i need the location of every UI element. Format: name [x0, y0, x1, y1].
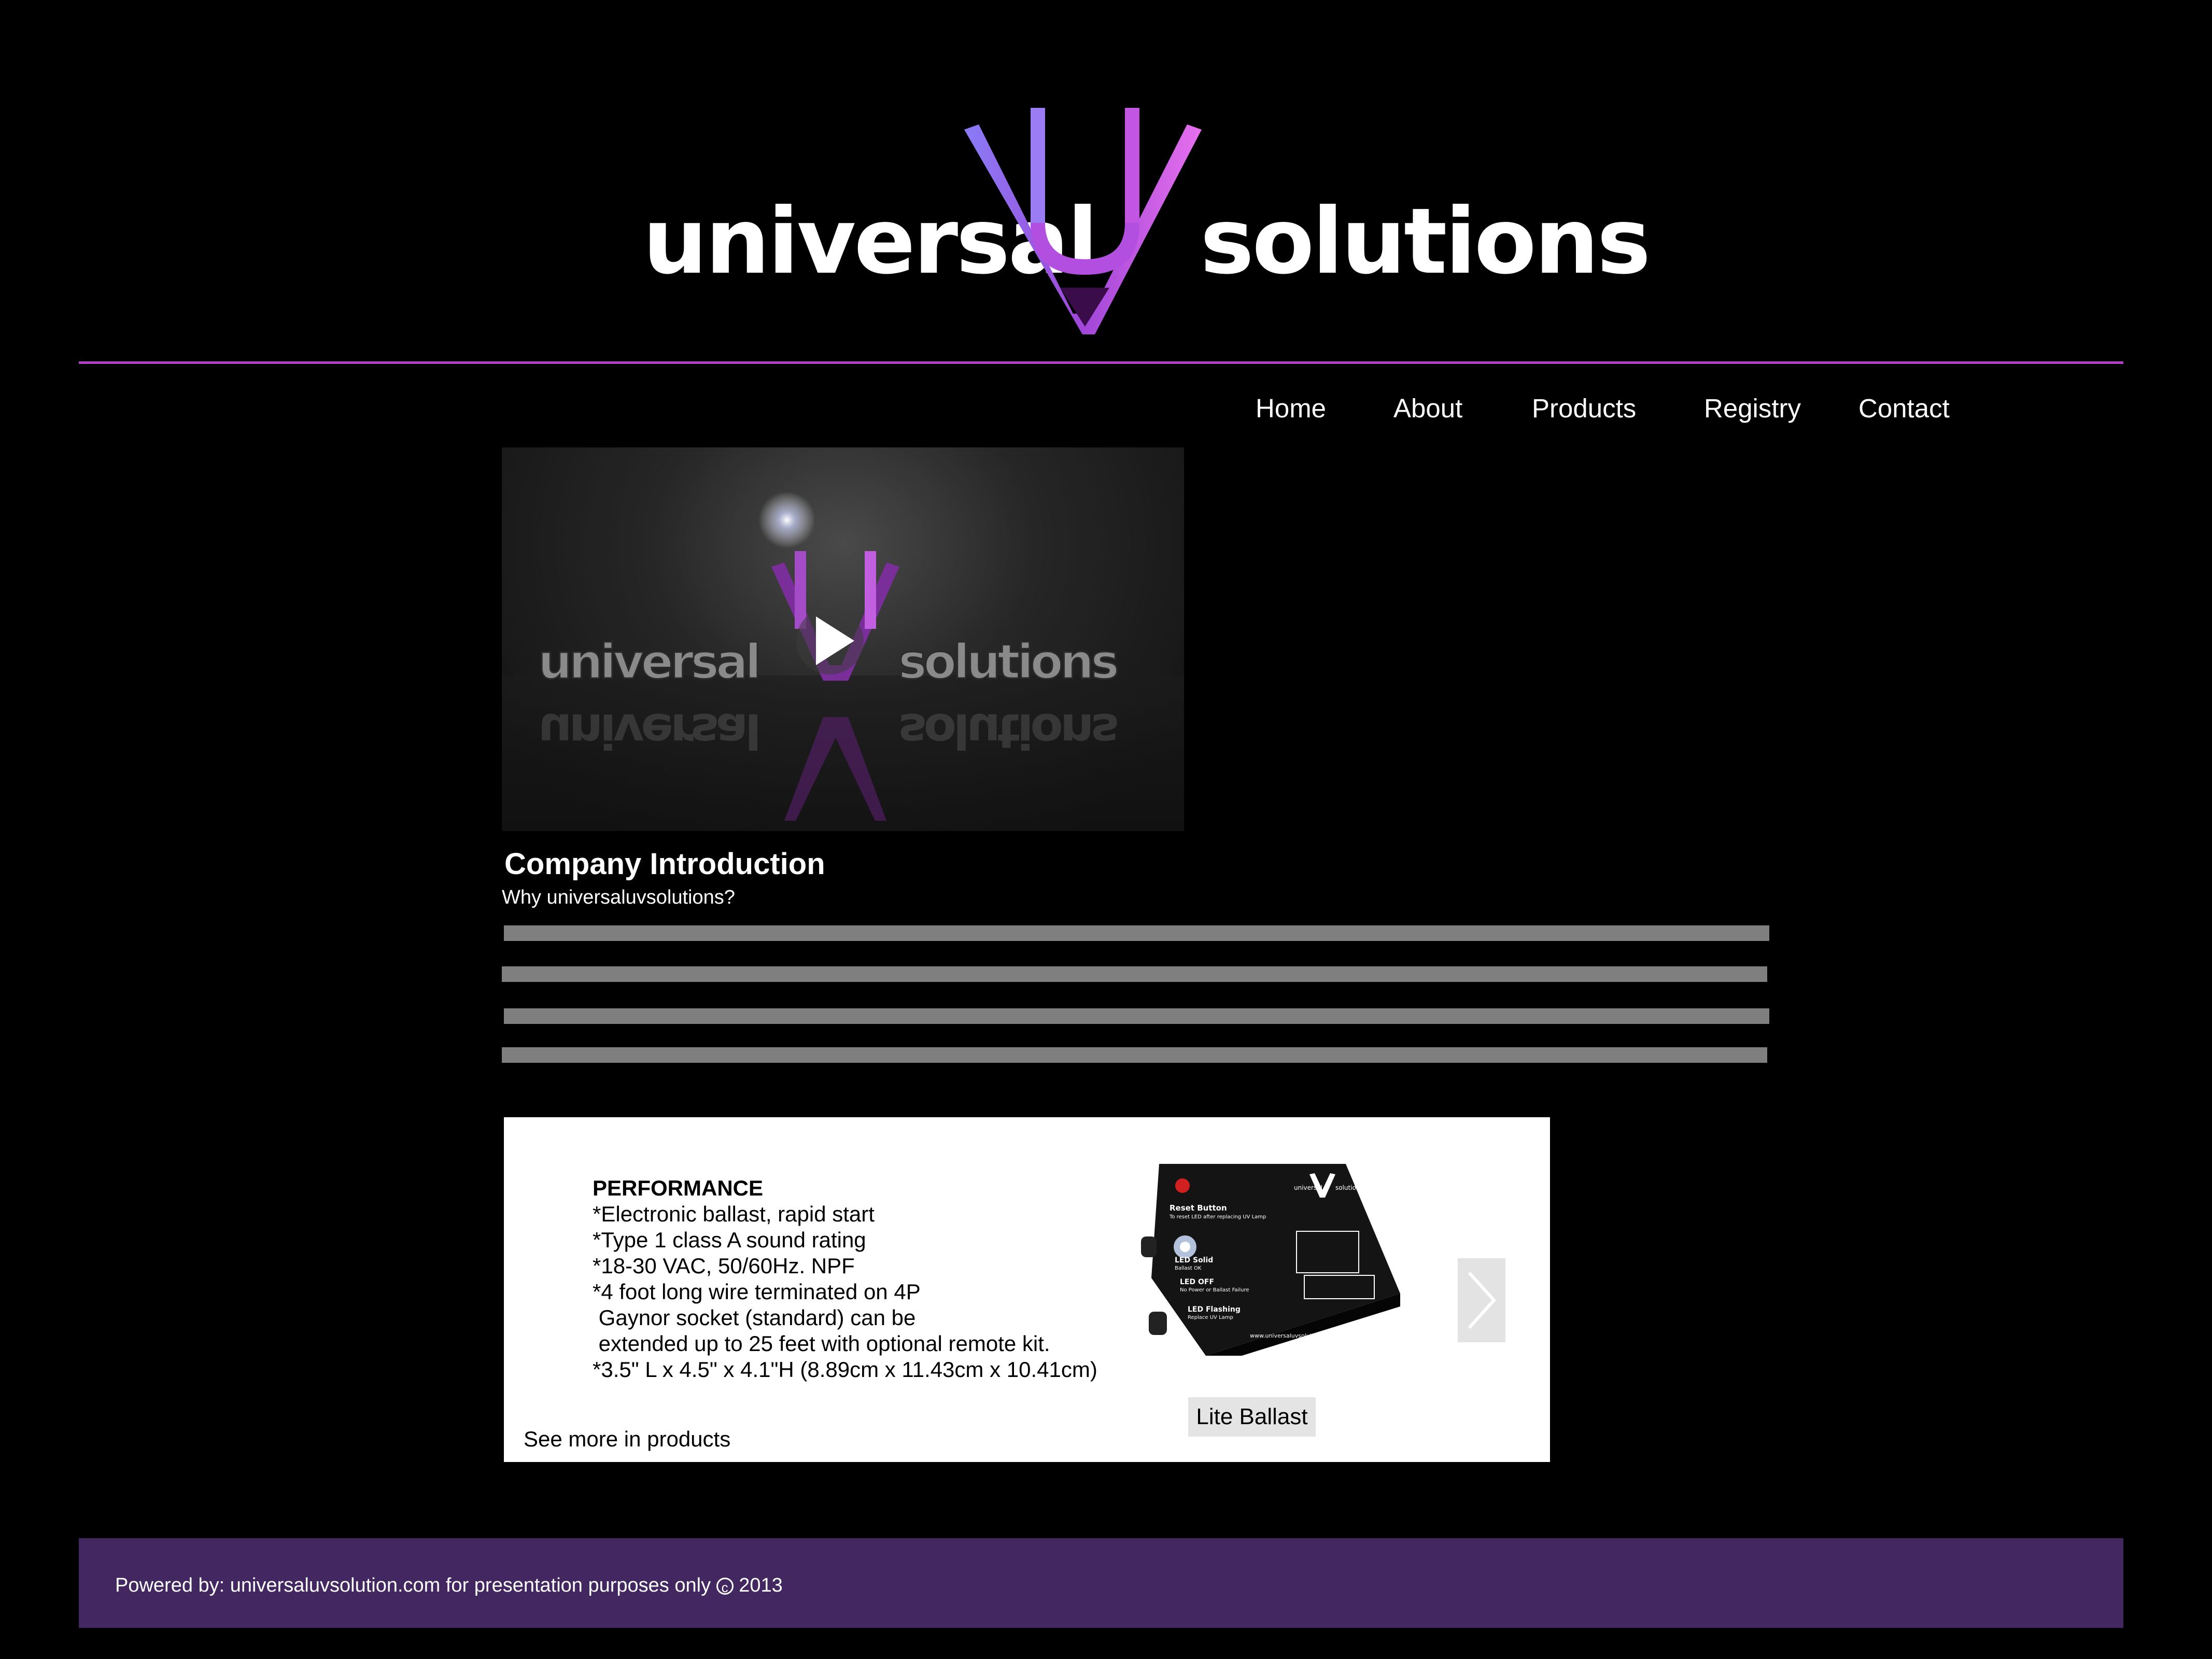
slider-next-button[interactable] [1458, 1258, 1505, 1342]
placeholder-text-bar [502, 1047, 1767, 1063]
logo-word-solutions: solutions [1200, 189, 1651, 294]
performance-specs: PERFORMANCE *Electronic ballast, rapid s… [593, 1175, 1097, 1383]
footer-year: 2013 [733, 1574, 783, 1596]
product-label-url: www.universaluvsolutions.com [1250, 1332, 1338, 1339]
intro-title: Company Introduction [504, 847, 825, 881]
svg-text:universal: universal [538, 634, 758, 690]
spec-line: *Electronic ballast, rapid start [593, 1202, 875, 1226]
product-label-led-flashing-note: Replace UV Lamp [1188, 1315, 1233, 1320]
spec-line: *Type 1 class A sound rating [593, 1228, 866, 1252]
company-video[interactable]: universal solutions universal solutions [502, 447, 1184, 831]
footer-text: Powered by: universaluvsolution.com for … [115, 1574, 783, 1597]
placeholder-text-bar [504, 925, 1769, 941]
svg-text:universal: universal [538, 703, 758, 758]
nav-contact[interactable]: Contact [1858, 393, 1950, 424]
site-logo[interactable]: universal solutions [643, 104, 1651, 342]
footer-powered-by: Powered by: universaluvsolution.com for … [115, 1574, 716, 1596]
product-caption-box[interactable]: Lite Ballast [1188, 1397, 1316, 1437]
svg-text:solutions: solutions [1335, 1184, 1363, 1191]
nav-about[interactable]: About [1393, 393, 1462, 424]
product-label-led-off: LED OFF [1180, 1278, 1214, 1286]
product-label-led-flashing: LED Flashing [1188, 1305, 1241, 1314]
product-label-led-solid-note: Ballast OK [1175, 1266, 1202, 1271]
nav-home[interactable]: Home [1256, 393, 1326, 424]
chevron-right-icon [1468, 1271, 1497, 1329]
spec-line: *18-30 VAC, 50/60Hz. NPF [593, 1254, 855, 1278]
product-label-reset: Reset Button [1170, 1203, 1227, 1213]
copyright-icon: c [716, 1578, 734, 1595]
placeholder-text-bar [502, 966, 1767, 982]
spec-line: *4 foot long wire terminated on 4P [593, 1280, 921, 1304]
svg-text:universal: universal [1294, 1184, 1322, 1191]
spec-line: extended up to 25 feet with optional rem… [593, 1331, 1050, 1356]
spec-line: *3.5" L x 4.5" x 4.1"H (8.89cm x 11.43cm… [593, 1357, 1097, 1382]
placeholder-text-bar [504, 1008, 1769, 1024]
product-caption: Lite Ballast [1196, 1404, 1308, 1429]
spec-line: Gaynor socket (standard) can be [593, 1305, 916, 1330]
header-divider [79, 361, 2123, 364]
svg-text:solutions: solutions [898, 634, 1117, 690]
product-label-reset-note: To reset LED after replacing UV Lamp [1169, 1214, 1266, 1220]
play-icon [816, 616, 854, 665]
performance-title: PERFORMANCE [593, 1176, 764, 1200]
see-more-link[interactable]: See more in products [524, 1427, 730, 1452]
nav-registry[interactable]: Registry [1704, 393, 1801, 424]
lite-ballast-image[interactable]: universal solutions Reset Button To rese… [1138, 1159, 1408, 1356]
play-button[interactable] [796, 607, 864, 674]
product-label-led-solid: LED Solid [1175, 1256, 1213, 1264]
product-slider: PERFORMANCE *Electronic ballast, rapid s… [504, 1117, 1550, 1462]
footer: Powered by: universaluvsolution.com for … [79, 1538, 2123, 1628]
svg-text:solutions: solutions [898, 703, 1117, 758]
product-label-led-off-note: No Power or Ballast Failure [1180, 1287, 1249, 1293]
intro-subtitle: Why universaluvsolutions? [502, 887, 735, 908]
nav-products[interactable]: Products [1532, 393, 1636, 424]
